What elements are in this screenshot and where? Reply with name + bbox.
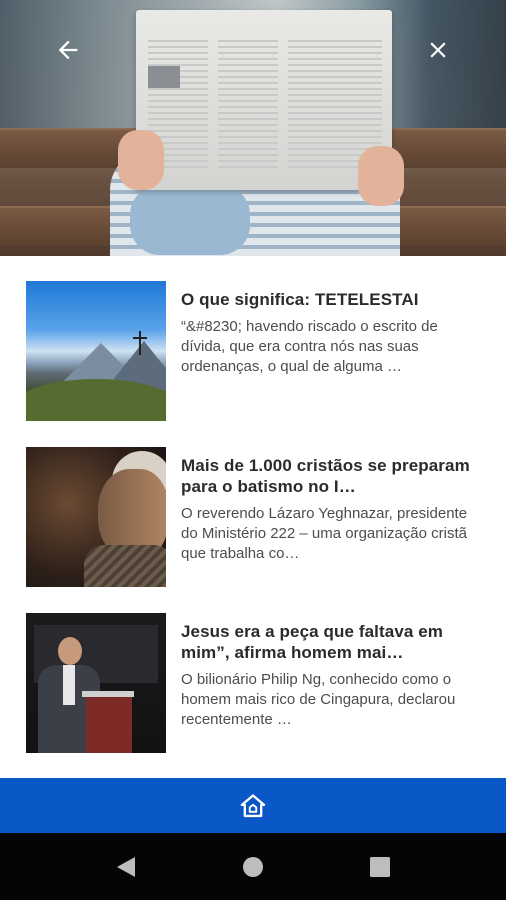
podium-top bbox=[82, 691, 134, 697]
close-icon bbox=[430, 42, 446, 58]
article-list: O que significa: TETELESTAI “&#8230; hav… bbox=[0, 256, 506, 778]
newspaper-photo bbox=[148, 66, 180, 88]
newspaper-column bbox=[218, 40, 278, 170]
article-summary: O reverendo Lázaro Yeghnazar, presidente… bbox=[181, 505, 468, 562]
back-button[interactable] bbox=[48, 30, 88, 70]
newspaper bbox=[136, 10, 392, 190]
close-button[interactable] bbox=[418, 30, 458, 70]
article-title: Jesus era a peça que faltava em mim”, af… bbox=[181, 622, 444, 662]
article-item[interactable]: Mais de 1.000 cristãos se preparam para … bbox=[26, 447, 482, 589]
newspaper-column bbox=[288, 40, 348, 170]
mountain-cross-image bbox=[26, 281, 166, 421]
article-text: Jesus era a peça que faltava em mim”, af… bbox=[181, 621, 473, 730]
article-summary: O bilionário Philip Ng, conhecido como o… bbox=[181, 671, 456, 728]
person-legs bbox=[130, 185, 250, 255]
cross-icon bbox=[133, 337, 147, 339]
hill-shape bbox=[26, 379, 166, 421]
article-text: Mais de 1.000 cristãos se preparam para … bbox=[181, 455, 473, 564]
arrow-left-icon bbox=[58, 40, 78, 60]
article-summary: “&#8230; havendo riscado o escrito de dí… bbox=[181, 318, 438, 375]
triangle-back-icon bbox=[117, 857, 135, 877]
article-title: O que significa: TETELESTAI bbox=[181, 290, 419, 309]
left-hand bbox=[118, 130, 164, 190]
article-title: Mais de 1.000 cristãos se preparam para … bbox=[181, 456, 470, 496]
article-text: O que significa: TETELESTAI “&#8230; hav… bbox=[181, 289, 473, 377]
speaker-podium-image bbox=[26, 613, 166, 753]
system-navigation-bar bbox=[0, 833, 506, 900]
cross-icon bbox=[139, 331, 141, 355]
system-back-button[interactable] bbox=[106, 847, 146, 887]
article-item[interactable]: Jesus era a peça que faltava em mim”, af… bbox=[26, 613, 482, 755]
system-home-button[interactable] bbox=[233, 847, 273, 887]
right-hand bbox=[358, 146, 404, 206]
circle-home-icon bbox=[243, 857, 263, 877]
article-item[interactable]: O que significa: TETELESTAI “&#8230; hav… bbox=[26, 281, 482, 423]
bottom-app-bar bbox=[0, 778, 506, 833]
podium bbox=[86, 693, 132, 753]
square-recents-icon bbox=[370, 857, 390, 877]
home-icon bbox=[240, 793, 266, 817]
speaker-shirt bbox=[63, 665, 75, 705]
speaker-head bbox=[58, 637, 82, 665]
system-recents-button[interactable] bbox=[360, 847, 400, 887]
hero-image bbox=[0, 0, 506, 256]
clothing-shape bbox=[84, 545, 166, 587]
home-button[interactable] bbox=[233, 786, 273, 826]
elderly-person-image bbox=[26, 447, 166, 587]
